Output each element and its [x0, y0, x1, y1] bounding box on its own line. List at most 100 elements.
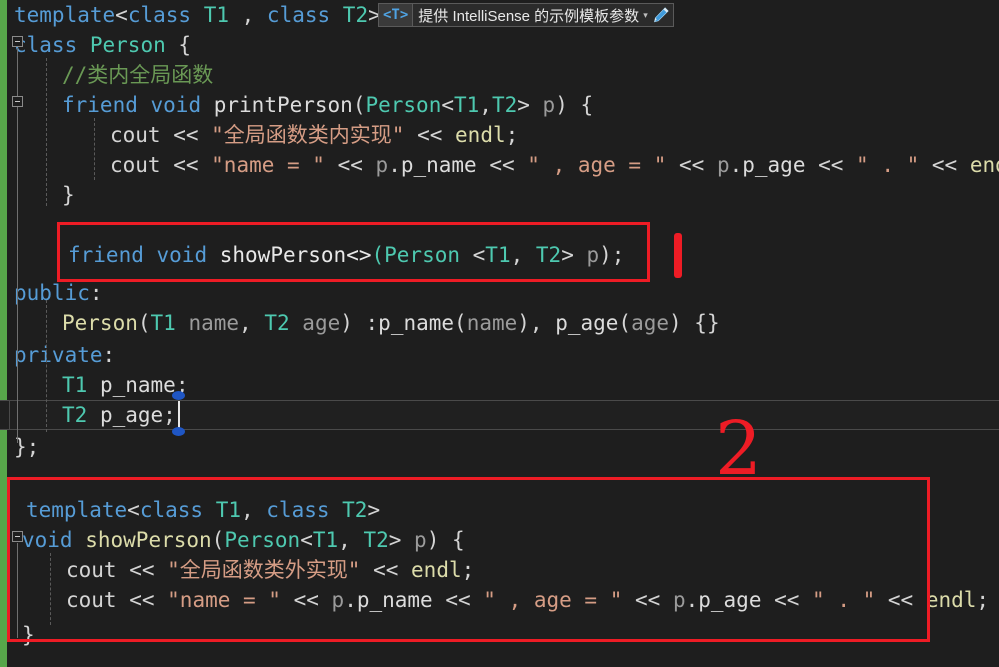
tok: age — [631, 311, 670, 335]
tok — [87, 403, 100, 427]
tok: showPerson — [219, 243, 347, 267]
tok — [290, 311, 303, 335]
selection-knob-bottom[interactable] — [172, 427, 185, 436]
tok: ( — [371, 243, 385, 267]
code-line-19[interactable]: void showPerson(Person<T1, T2> p) { — [0, 525, 999, 555]
tok: << — [432, 588, 484, 612]
tok: ) {} — [669, 311, 720, 335]
tok: ) { — [555, 93, 594, 117]
tok: << — [666, 153, 717, 177]
tok: p — [586, 243, 600, 267]
tok: age — [302, 311, 341, 335]
tok: name — [188, 311, 240, 335]
tok — [330, 3, 343, 27]
tok: . — [388, 153, 401, 177]
tok: p — [414, 528, 427, 552]
code-line-20[interactable]: cout << "全局函数类外实现" << endl; — [0, 555, 999, 585]
tok: << — [116, 588, 168, 612]
tok: "name = " — [167, 588, 281, 612]
code-line-7[interactable]: } — [0, 180, 999, 210]
tok — [191, 3, 204, 27]
tok: cout — [66, 558, 117, 582]
code-line-14-current[interactable]: T2 p_age; — [0, 400, 999, 430]
tok — [87, 373, 100, 397]
indent-guide-3 — [46, 300, 47, 432]
tok — [207, 243, 220, 267]
tok: T1 — [312, 528, 339, 552]
tok: " , age = " — [483, 588, 623, 612]
tok: p_name — [99, 373, 176, 397]
tok: friend — [68, 243, 144, 267]
code-line-21[interactable]: cout << "name = " << p.p_name << " , age… — [0, 585, 999, 615]
tok: T2 — [264, 311, 290, 335]
tok: private — [14, 343, 103, 367]
code-line-3[interactable]: //类内全局函数 — [0, 60, 999, 90]
code-line-2[interactable]: class Person { — [0, 30, 999, 60]
tok: public — [14, 281, 90, 305]
tok: , — [479, 93, 492, 117]
tok: cout — [110, 153, 161, 177]
code-line-18[interactable]: template<class T1, class T2> — [0, 495, 999, 525]
tok: "全局函数类内实现" — [211, 123, 405, 147]
tok — [201, 93, 214, 117]
code-surface[interactable]: template<class T1 , class T2> class Pers… — [0, 0, 999, 667]
tok: < — [441, 93, 454, 117]
code-line-15[interactable]: }; — [0, 432, 999, 462]
tok: //类内全局函数 — [62, 63, 214, 87]
tok: << — [160, 123, 212, 147]
tok: ( — [211, 528, 225, 552]
fold-line-showperson — [17, 543, 18, 638]
fold-toggle-class[interactable] — [12, 36, 23, 47]
tok: " , age = " — [527, 153, 667, 177]
tok: void — [22, 528, 73, 552]
code-line-4[interactable]: friend void printPerson(Person<T1,T2> p)… — [0, 90, 999, 120]
tok: class — [266, 3, 331, 27]
tok: > — [561, 243, 587, 267]
code-line-22[interactable]: } — [0, 620, 999, 650]
tok: T2 — [342, 498, 368, 522]
tok: T2 — [342, 3, 369, 27]
fold-toggle-printperson[interactable] — [12, 96, 23, 107]
selection-knob-top[interactable] — [172, 391, 185, 400]
tok: << — [116, 558, 168, 582]
chevron-down-icon[interactable]: ▾ — [643, 4, 652, 26]
tok: } — [22, 623, 35, 647]
code-editor[interactable]: template<class T1 , class T2> class Pers… — [0, 0, 999, 667]
tok: p_age — [555, 311, 619, 335]
code-line-5[interactable]: cout << "全局函数类内实现" << endl; — [0, 120, 999, 150]
tok: <> — [346, 243, 372, 267]
tok: ( — [454, 311, 467, 335]
tok: "全局函数类外实现" — [167, 558, 361, 582]
code-line-8[interactable] — [0, 210, 999, 240]
tok: ; — [505, 123, 519, 147]
tok: , — [228, 3, 267, 27]
tok: p — [375, 153, 389, 177]
code-line-16[interactable] — [0, 462, 999, 492]
tok: p — [542, 93, 556, 117]
tok: cout — [110, 123, 161, 147]
fold-toggle-showperson[interactable] — [12, 531, 23, 542]
code-line-9[interactable]: friend void showPerson<>(Person <T1, T2>… — [0, 240, 999, 270]
tok: p_age — [698, 588, 762, 612]
tok — [203, 498, 216, 522]
tok: << — [360, 558, 412, 582]
fold-line-printperson — [17, 108, 18, 208]
pencil-icon[interactable] — [652, 6, 670, 24]
code-line-10[interactable]: public: — [0, 278, 999, 308]
tok: T2 — [535, 243, 562, 267]
tok: ( — [352, 93, 366, 117]
code-line-12[interactable]: private: — [0, 340, 999, 370]
code-line-13[interactable]: T1 p_name; — [0, 370, 999, 400]
tok: p_age — [99, 403, 164, 427]
indent-guide-1 — [46, 58, 47, 206]
tok: Person — [62, 311, 138, 335]
code-line-6[interactable]: cout << "name = " << p.p_name << " , age… — [0, 150, 999, 180]
tok: : — [102, 343, 116, 367]
template-param-hint[interactable]: <T> 提供 IntelliSense 的示例模板参数 ▾ — [378, 3, 674, 27]
tok: void — [156, 243, 208, 267]
tok: ) { — [426, 528, 465, 552]
tok: } — [62, 183, 75, 207]
code-line-11[interactable]: Person(T1 name, T2 age) :p_name(name), p… — [0, 308, 999, 338]
tok: p_name — [378, 311, 455, 335]
tok: p_age — [742, 153, 806, 177]
